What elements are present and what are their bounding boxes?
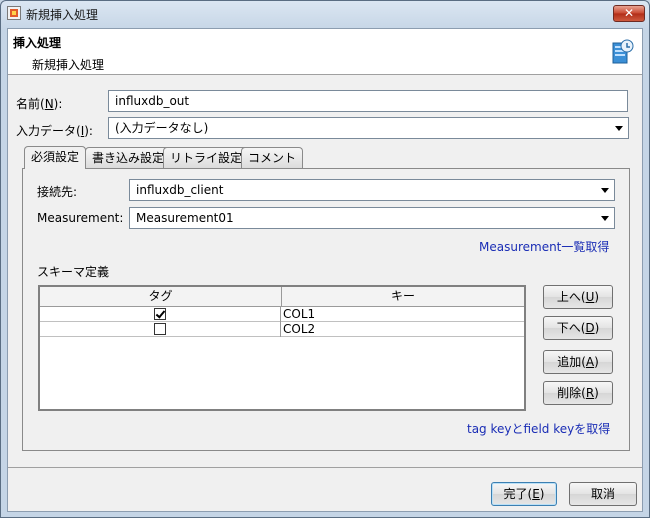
measurement-select[interactable]: Measurement01: [129, 207, 615, 229]
chevron-down-icon[interactable]: [598, 180, 612, 200]
destination-label: 接続先:: [37, 185, 78, 199]
destination-value: influxdb_client: [136, 183, 224, 197]
window-title: 新規挿入処理: [26, 8, 99, 22]
name-input[interactable]: influxdb_out: [108, 90, 628, 112]
key-cell[interactable]: COL1: [282, 307, 315, 322]
app-icon: [7, 6, 21, 20]
footer-separator: [8, 467, 642, 468]
tag-cell: [40, 307, 281, 322]
table-row[interactable]: COL2: [40, 322, 524, 337]
add-button[interactable]: 追加(A): [543, 350, 613, 374]
schema-table: タグ キー COL1 COL2: [38, 285, 526, 411]
column-header-tag[interactable]: タグ: [40, 287, 282, 307]
header-title: 挿入処理: [13, 36, 62, 50]
destination-select[interactable]: influxdb_client: [129, 179, 615, 201]
header-panel: 挿入処理 新規挿入処理: [8, 29, 642, 75]
tag-cell: [40, 322, 281, 337]
tag-checkbox[interactable]: [154, 323, 166, 335]
tab-write-settings[interactable]: 書き込み設定: [85, 147, 172, 168]
header-subtitle: 新規挿入処理: [32, 58, 105, 72]
close-button[interactable]: ✕: [613, 5, 645, 22]
schema-label: スキーマ定義: [37, 265, 110, 279]
delete-button[interactable]: 削除(R): [543, 381, 613, 405]
move-up-button[interactable]: 上へ(U): [543, 285, 613, 309]
measurement-label: Measurement:: [37, 211, 124, 225]
name-label: 名前(N):: [16, 97, 63, 111]
cancel-button[interactable]: 取消: [569, 482, 637, 506]
table-row[interactable]: COL1: [40, 307, 524, 322]
required-settings-panel: 接続先: influxdb_client Measurement: Measur…: [22, 168, 630, 451]
title-bar[interactable]: 新規挿入処理 ✕: [1, 1, 649, 25]
finish-button[interactable]: 完了(E): [491, 482, 557, 506]
tab-comment[interactable]: コメント: [241, 147, 304, 168]
input-data-value: (入力データなし): [115, 121, 209, 135]
measurement-list-link[interactable]: Measurement一覧取得: [479, 238, 609, 255]
move-down-button[interactable]: 下へ(D): [543, 316, 613, 340]
chevron-down-icon[interactable]: [598, 208, 612, 228]
chevron-down-icon[interactable]: [612, 118, 626, 138]
measurement-value: Measurement01: [136, 211, 234, 225]
input-data-label: 入力データ(I):: [16, 124, 93, 138]
column-header-key[interactable]: キー: [282, 287, 524, 307]
tag-checkbox[interactable]: [154, 308, 166, 320]
tab-required[interactable]: 必須設定: [24, 146, 87, 169]
key-cell[interactable]: COL2: [282, 322, 315, 337]
input-data-select[interactable]: (入力データなし): [108, 117, 629, 139]
dialog-client: 挿入処理 新規挿入処理 名前(N): influxdb_out 入力データ(I)…: [7, 28, 643, 512]
database-insert-icon: [612, 39, 634, 64]
tab-retry-settings[interactable]: リトライ設定: [163, 147, 250, 168]
dialog-window: 新規挿入処理 ✕ 挿入処理 新規挿入処理 名前(N): influxdb_out…: [0, 0, 650, 518]
get-tag-field-keys-link[interactable]: tag keyとfield keyを取得: [467, 420, 610, 437]
close-icon: ✕: [623, 6, 635, 20]
